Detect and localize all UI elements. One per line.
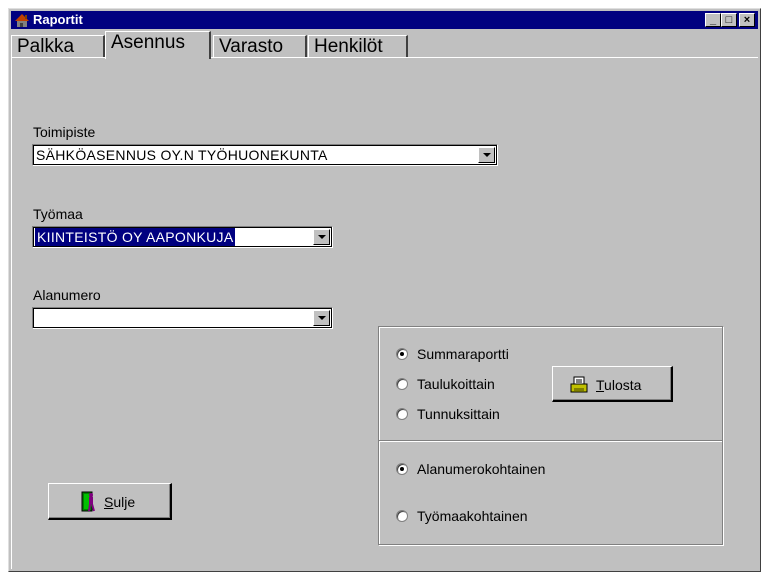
tab-henkilot[interactable]: Henkilöt: [308, 35, 408, 57]
alanumero-label: Alanumero: [33, 287, 101, 303]
print-icon: [570, 376, 588, 393]
radio-label: Työmaakohtainen: [417, 508, 528, 524]
tab-palkka[interactable]: Palkka: [11, 35, 105, 57]
radio-dot: [396, 510, 408, 522]
radio-label: Tunnuksittain: [417, 406, 500, 422]
window-title: Raportit: [33, 12, 83, 27]
radio-dot: [396, 408, 408, 420]
tab-panel-asennus: Toimipiste SÄHKÖASENNUS OY.N TYÖHUONEKUN…: [11, 57, 758, 569]
radio-dot: [396, 348, 408, 360]
chevron-down-icon[interactable]: [478, 147, 495, 163]
toimipiste-label: Toimipiste: [33, 124, 96, 140]
exit-door-icon: [81, 491, 95, 512]
tyomaa-value: KIINTEISTÖ OY AAPONKUJA: [35, 228, 236, 246]
radio-label: Alanumerokohtainen: [417, 461, 546, 477]
chevron-down-icon[interactable]: [313, 229, 330, 245]
close-window-button[interactable]: ×: [739, 13, 755, 27]
maximize-icon: □: [725, 14, 733, 26]
minimize-button[interactable]: _: [705, 13, 721, 27]
toimipiste-select[interactable]: SÄHKÖASENNUS OY.N TYÖHUONEKUNTA: [32, 144, 498, 166]
minimize-icon: _: [709, 14, 717, 26]
tab-varasto[interactable]: Varasto: [213, 35, 307, 57]
radio-dot: [396, 463, 408, 475]
close-button[interactable]: Sulje: [48, 483, 172, 520]
radio-label: Summaraportti: [417, 346, 509, 362]
tab-asennus[interactable]: Asennus: [105, 31, 211, 59]
print-button[interactable]: Tulosta: [552, 366, 673, 402]
print-label: Tulosta: [596, 377, 642, 393]
maximize-button[interactable]: □: [721, 13, 737, 27]
close-label: Sulje: [104, 494, 136, 510]
app-house-icon: [15, 14, 29, 27]
toimipiste-value: SÄHKÖASENNUS OY.N TYÖHUONEKUNTA: [36, 147, 328, 163]
chevron-down-icon[interactable]: [313, 310, 330, 326]
title-bar[interactable]: Raportit _ □ ×: [11, 11, 758, 29]
scope-group: [378, 440, 723, 545]
raportit-window: Raportit _ □ × Palkka Asennus Varasto He…: [8, 8, 761, 572]
radio-dot: [396, 378, 408, 390]
alanumero-select[interactable]: [32, 307, 333, 329]
radio-label: Taulukoittain: [417, 376, 495, 392]
tyomaa-label: Työmaa: [33, 206, 83, 222]
tyomaa-select[interactable]: KIINTEISTÖ OY AAPONKUJA: [32, 226, 333, 248]
close-icon: ×: [743, 14, 751, 26]
